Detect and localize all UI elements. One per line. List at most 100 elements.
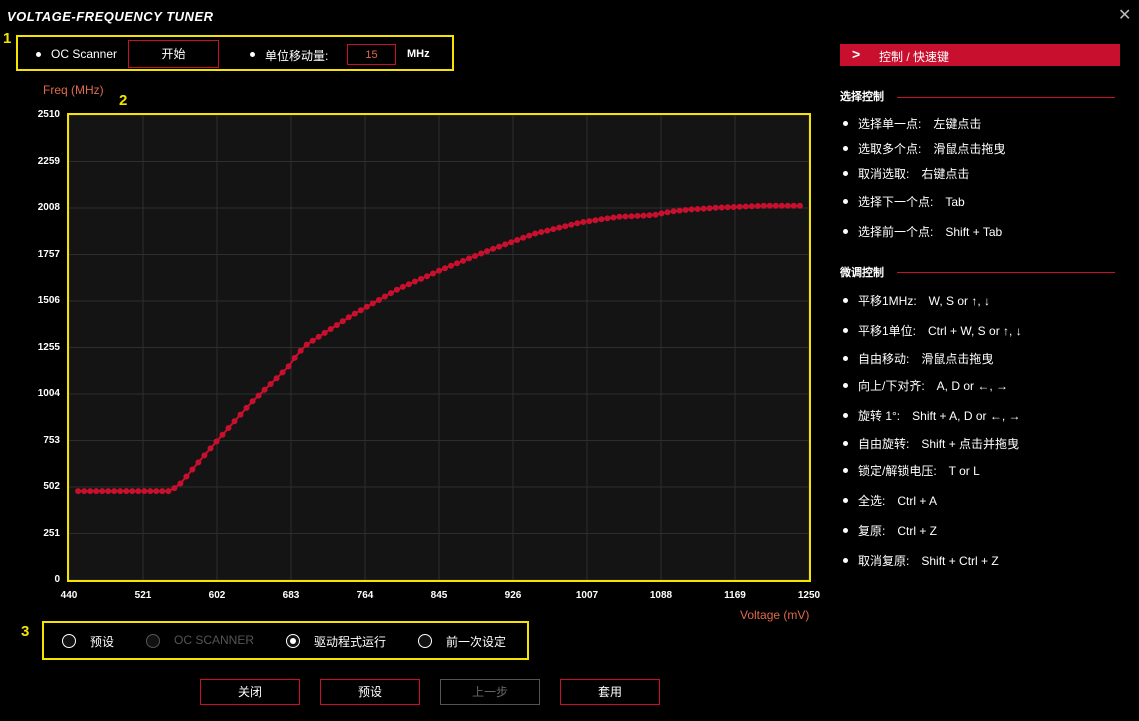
vf-point[interactable] — [766, 202, 773, 209]
vf-point[interactable] — [688, 206, 695, 213]
vf-point[interactable] — [700, 205, 707, 212]
vf-point[interactable] — [345, 314, 352, 321]
vf-point[interactable] — [183, 473, 190, 480]
vf-point[interactable] — [225, 425, 232, 431]
vf-point[interactable] — [754, 203, 761, 209]
vf-point[interactable] — [363, 303, 370, 310]
vf-point[interactable] — [544, 227, 551, 234]
vf-point[interactable] — [123, 488, 130, 495]
vf-point[interactable] — [712, 204, 719, 211]
vf-point[interactable] — [141, 488, 148, 495]
start-button[interactable]: 开始 — [128, 40, 219, 68]
vf-point[interactable] — [153, 488, 160, 495]
vf-point[interactable] — [736, 203, 743, 210]
vf-point[interactable] — [117, 488, 124, 495]
radio-preset[interactable] — [62, 634, 76, 648]
vf-point[interactable] — [676, 207, 683, 214]
vf-point[interactable] — [586, 218, 593, 225]
vf-point[interactable] — [243, 404, 250, 411]
vf-point[interactable] — [520, 234, 527, 241]
vf-point[interactable] — [177, 480, 184, 487]
vf-point[interactable] — [532, 230, 539, 237]
vf-point[interactable] — [207, 445, 214, 452]
vf-point[interactable] — [285, 363, 292, 370]
vf-point[interactable] — [219, 431, 226, 438]
vf-point[interactable] — [315, 333, 322, 340]
vf-point[interactable] — [622, 213, 629, 220]
vf-point[interactable] — [231, 418, 238, 425]
vf-point[interactable] — [297, 347, 304, 354]
vf-point[interactable] — [784, 202, 791, 209]
vf-point[interactable] — [351, 310, 358, 317]
vf-point[interactable] — [502, 241, 509, 248]
vf-point[interactable] — [460, 257, 467, 264]
vf-point[interactable] — [381, 293, 388, 300]
vf-point[interactable] — [249, 398, 256, 405]
vf-point[interactable] — [508, 239, 515, 246]
vf-point[interactable] — [640, 212, 647, 219]
vf-point[interactable] — [574, 220, 581, 227]
vf-point[interactable] — [778, 202, 785, 209]
radio-driver[interactable] — [286, 634, 300, 648]
vf-point[interactable] — [634, 212, 641, 219]
vf-point[interactable] — [496, 243, 503, 250]
radio-previous[interactable] — [418, 634, 432, 648]
vf-point[interactable] — [670, 208, 677, 215]
vf-point[interactable] — [99, 488, 106, 495]
vf-point[interactable] — [664, 209, 671, 216]
vf-point[interactable] — [592, 217, 599, 224]
vf-point[interactable] — [189, 466, 196, 473]
vf-point[interactable] — [418, 275, 424, 282]
vf-point[interactable] — [478, 250, 485, 257]
vf-point[interactable] — [255, 392, 262, 399]
vf-point[interactable] — [742, 203, 749, 210]
vf-point[interactable] — [694, 206, 701, 212]
vf-point[interactable] — [369, 300, 376, 307]
vf-point[interactable] — [321, 329, 328, 336]
vf-point[interactable] — [514, 237, 521, 243]
vf-point[interactable] — [405, 281, 412, 288]
close-icon[interactable]: ✕ — [1118, 5, 1131, 25]
vf-point[interactable] — [135, 488, 142, 495]
vf-point[interactable] — [790, 202, 797, 209]
vf-point[interactable] — [93, 488, 100, 495]
vf-point[interactable] — [237, 411, 244, 418]
vf-point[interactable] — [604, 215, 611, 222]
vf-point[interactable] — [442, 265, 448, 272]
vf-point[interactable] — [309, 337, 316, 344]
vf-point[interactable] — [333, 322, 340, 329]
vf-point[interactable] — [658, 210, 665, 217]
vf-point[interactable] — [339, 318, 346, 325]
vf-point[interactable] — [165, 488, 172, 495]
vf-point[interactable] — [580, 219, 587, 225]
vf-point[interactable] — [195, 459, 202, 466]
apply-button[interactable]: 套用 — [560, 679, 660, 705]
vf-point[interactable] — [87, 488, 94, 495]
vf-point[interactable] — [550, 226, 557, 233]
vf-point[interactable] — [303, 341, 310, 348]
vf-point[interactable] — [273, 375, 280, 382]
vf-point[interactable] — [375, 297, 382, 303]
vf-point[interactable] — [772, 202, 779, 209]
vf-point[interactable] — [424, 273, 430, 280]
vf-point[interactable] — [562, 223, 569, 230]
vf-point[interactable] — [436, 267, 442, 274]
vf-point[interactable] — [75, 488, 82, 495]
vf-point[interactable] — [213, 438, 220, 445]
vf-point[interactable] — [111, 488, 118, 495]
vf-point[interactable] — [159, 488, 166, 495]
vf-point[interactable] — [105, 488, 112, 495]
vf-point[interactable] — [466, 255, 473, 262]
vf-point[interactable] — [357, 307, 364, 314]
vf-point[interactable] — [556, 224, 563, 231]
vf-point[interactable] — [393, 286, 400, 293]
vf-point[interactable] — [261, 386, 268, 393]
vf-point[interactable] — [279, 369, 286, 376]
vf-point[interactable] — [430, 270, 436, 277]
vf-point[interactable] — [724, 204, 731, 211]
vf-point[interactable] — [730, 204, 737, 210]
vf-point[interactable] — [718, 204, 725, 211]
vf-point[interactable] — [411, 278, 418, 285]
vf-point[interactable] — [526, 232, 533, 239]
vf-point[interactable] — [129, 488, 136, 495]
